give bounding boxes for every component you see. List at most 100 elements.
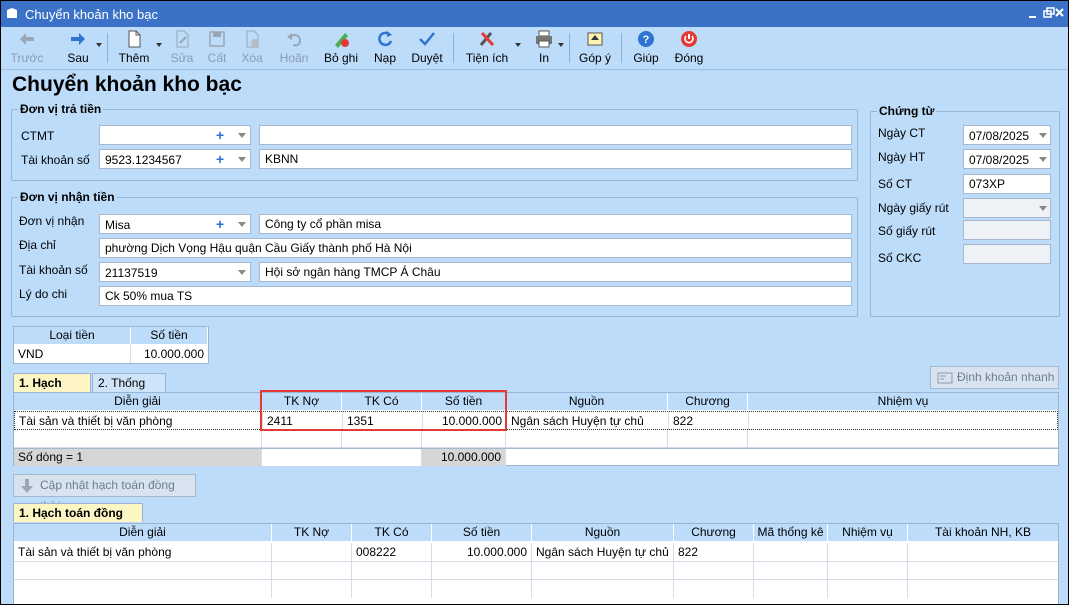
window-title: Chuyển khoản kho bạc: [25, 7, 158, 22]
prev-button[interactable]: Trước: [9, 29, 45, 69]
save-button[interactable]: Cất: [204, 29, 230, 69]
con-cell-bank-account[interactable]: [908, 543, 1058, 561]
acc-header-chapter: Chương: [668, 393, 748, 410]
chevron-down-icon[interactable]: [1039, 133, 1047, 138]
chevron-down-icon[interactable]: [238, 270, 246, 275]
tab-accounting[interactable]: 1. Hạch toán: [13, 373, 91, 408]
chevron-down-icon[interactable]: [238, 157, 246, 162]
add-dropdown-icon[interactable]: [156, 43, 162, 47]
payee-unit-name-field[interactable]: Công ty cổ phần misa: [259, 214, 852, 234]
delete-button[interactable]: Xóa: [239, 29, 265, 69]
empty-row[interactable]: [14, 430, 1058, 448]
ngay-giay-rut-picker[interactable]: [963, 198, 1051, 218]
reason-field[interactable]: Ck 50% mua TS: [99, 286, 852, 306]
prev-label: Trước: [10, 51, 44, 65]
chevron-down-icon[interactable]: [238, 222, 246, 227]
toolbar-separator: [621, 33, 622, 63]
payee-section-title: Đơn vị nhận tiền: [18, 190, 117, 204]
bank-name-field[interactable]: Hội sở ngân hàng TMCP Á Châu: [259, 262, 852, 282]
next-dropdown-icon[interactable]: [96, 43, 102, 47]
close-button[interactable]: Đóng: [672, 29, 706, 69]
ctmt-name-field[interactable]: [259, 125, 852, 145]
help-button[interactable]: ? Giúp: [631, 29, 661, 69]
so-ct-field[interactable]: 073XP: [963, 174, 1051, 194]
unpost-label: Bỏ ghi: [323, 51, 359, 65]
plus-icon[interactable]: +: [216, 216, 224, 232]
chevron-down-icon[interactable]: [238, 133, 246, 138]
date-ht-picker[interactable]: 07/08/2025: [963, 149, 1051, 169]
undo-button[interactable]: Hoãn: [277, 29, 311, 69]
chevron-down-icon[interactable]: [1039, 206, 1047, 211]
chevron-down-icon[interactable]: [1039, 157, 1047, 162]
address-field[interactable]: phường Dịch Vọng Hậu quận Cầu Giấy thành…: [99, 238, 852, 258]
payer-account-name-field[interactable]: KBNN: [259, 149, 852, 169]
payee-account-value: 21137519: [105, 266, 158, 280]
tab-concurrent-accounting[interactable]: 1. Hạch toán đồng thời: [13, 503, 143, 538]
arrow-left-icon: [20, 33, 34, 45]
table-row[interactable]: Tài sản và thiết bị văn phòng 2411 1351 …: [14, 411, 1058, 430]
payer-account-value: 9523.1234567: [105, 153, 182, 167]
feedback-button[interactable]: Góp ý: [577, 29, 613, 69]
quick-entry-button[interactable]: Định khoản nhanh: [930, 366, 1059, 389]
con-cell-source[interactable]: Ngân sách Huyện tự chủ: [532, 543, 674, 561]
currency-type-cell[interactable]: VND: [14, 345, 131, 363]
so-giay-rut-field[interactable]: [963, 220, 1051, 240]
unpost-button[interactable]: Bỏ ghi: [321, 29, 361, 69]
con-header-stat-code: Mã thống kê: [754, 524, 828, 541]
address-label: Địa chỉ: [19, 238, 56, 252]
acc-cell-source[interactable]: Ngân sách Huyện tự chủ: [507, 412, 669, 430]
table-row[interactable]: Tài sản và thiết bị văn phòng 008222 10.…: [14, 543, 1058, 562]
ctmt-label: CTMT: [21, 129, 55, 143]
con-cell-chapter[interactable]: 822: [674, 543, 754, 561]
add-button[interactable]: Thêm: [115, 29, 153, 69]
so-ct-label: Số CT: [878, 177, 913, 191]
delete-label: Xóa: [241, 51, 263, 65]
acc-cell-description[interactable]: Tài sản và thiết bị văn phòng: [15, 412, 263, 430]
ngay-giay-rut-label: Ngày giấy rút: [878, 201, 949, 215]
feedback-label: Góp ý: [578, 51, 611, 65]
con-header-description: Diễn giải: [14, 524, 272, 541]
print-button[interactable]: In: [531, 29, 557, 69]
plus-icon[interactable]: +: [216, 127, 224, 143]
utilities-dropdown-icon[interactable]: [515, 43, 521, 47]
edit-button[interactable]: Sửa: [169, 29, 195, 69]
acc-cell-task[interactable]: [749, 412, 1055, 430]
print-dropdown-icon[interactable]: [558, 43, 564, 47]
payee-unit-label: Đơn vị nhận: [19, 214, 85, 228]
con-cell-description[interactable]: Tài sản và thiết bị văn phòng: [14, 543, 272, 561]
empty-row[interactable]: [14, 562, 1058, 580]
help-icon: ?: [638, 31, 654, 47]
edit-label: Sửa: [170, 51, 194, 65]
close-window-icon[interactable]: [1051, 5, 1067, 21]
so-ckc-field[interactable]: [963, 244, 1051, 264]
payee-account-combo[interactable]: 21137519: [99, 262, 251, 282]
plus-icon[interactable]: +: [216, 151, 224, 167]
ctmt-combo[interactable]: +: [99, 125, 251, 145]
payer-section: Đơn vị trả tiền: [11, 102, 858, 181]
date-ct-picker[interactable]: 07/08/2025: [963, 125, 1051, 145]
close-label: Đóng: [674, 51, 704, 65]
currency-amount-cell[interactable]: 10.000.000: [131, 345, 208, 363]
empty-row[interactable]: [14, 580, 1058, 598]
next-button[interactable]: Sau: [61, 29, 95, 69]
minimize-icon[interactable]: [1025, 5, 1041, 21]
load-label: Nạp: [373, 51, 396, 65]
update-concurrent-button[interactable]: Cập nhật hạch toán đồng thời: [13, 474, 196, 513]
voucher-section-title: Chứng từ: [877, 104, 937, 118]
payee-unit-combo[interactable]: Misa +: [99, 214, 251, 234]
acc-header-description: Diễn giải: [14, 393, 262, 410]
acc-cell-chapter[interactable]: 822: [669, 412, 749, 430]
delete-document-icon: [246, 30, 259, 48]
quick-entry-icon: [937, 372, 953, 384]
con-cell-amount[interactable]: 10.000.000: [432, 543, 532, 561]
con-cell-stat-code[interactable]: [754, 543, 828, 561]
load-button[interactable]: Nạp: [370, 29, 400, 69]
approve-button[interactable]: Duyệt: [409, 29, 445, 69]
con-cell-debit[interactable]: [272, 543, 352, 561]
accounting-grid: Diễn giải TK Nợ TK Có Số tiền Nguồn Chươ…: [13, 392, 1059, 466]
con-cell-task[interactable]: [828, 543, 908, 561]
tab-stats[interactable]: 2. Thống kê: [92, 373, 166, 408]
payer-account-combo[interactable]: 9523.1234567 +: [99, 149, 251, 169]
utilities-button[interactable]: Tiện ích: [463, 29, 511, 69]
con-cell-credit[interactable]: 008222: [352, 543, 432, 561]
